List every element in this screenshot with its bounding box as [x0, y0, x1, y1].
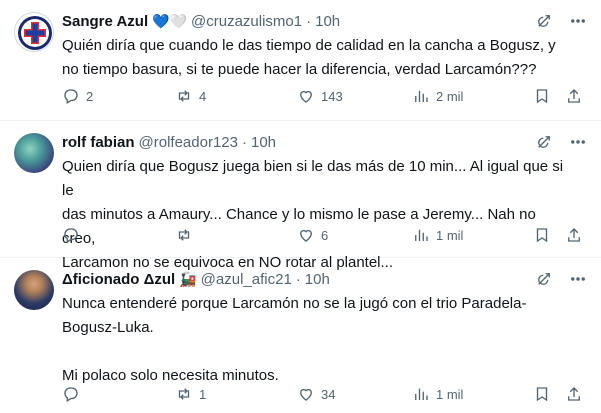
like-button[interactable]: 6 — [297, 226, 328, 244]
repost-icon — [178, 90, 190, 102]
views-button[interactable]: 1 mil — [412, 226, 463, 244]
tweet-actions: 6 1 mil — [62, 225, 583, 245]
more-options-icon[interactable] — [569, 270, 587, 288]
grok-icon[interactable] — [535, 270, 553, 288]
heart-icon — [300, 388, 312, 401]
display-name[interactable]: Δficionado Δzul — [62, 271, 175, 288]
views-icon — [415, 90, 428, 102]
tweet[interactable]: Sangre Azul 💙🤍 @cruzazulismo1 · 10h Quié… — [0, 0, 601, 121]
tweet-top-actions — [535, 270, 587, 288]
tweet-actions: 2 4 143 2 mil — [62, 86, 583, 106]
repost-count: 1 — [199, 386, 207, 402]
avatar[interactable] — [14, 12, 54, 52]
separator-dot: · — [241, 133, 247, 151]
view-count: 1 mil — [436, 386, 464, 402]
repost-icon — [178, 229, 190, 241]
tweet-text: Quien diría que Bogusz juega bien si le … — [62, 158, 564, 271]
repost-button[interactable] — [175, 226, 199, 244]
repost-button[interactable]: 1 — [175, 385, 206, 403]
timestamp[interactable]: 10h — [315, 13, 340, 30]
reply-icon — [64, 89, 78, 104]
like-button[interactable]: 34 — [297, 385, 335, 403]
tweet-text: Nunca entenderé porque Larcamón no se la… — [62, 295, 527, 384]
more-options-icon[interactable] — [569, 12, 587, 30]
grok-icon[interactable] — [535, 12, 553, 30]
heart-icon — [300, 90, 312, 103]
tweet-header: Sangre Azul 💙🤍 @cruzazulismo1 · 10h — [62, 10, 340, 32]
avatar[interactable] — [14, 133, 54, 173]
bookmark-button[interactable] — [533, 226, 551, 244]
handle[interactable]: @cruzazulismo1 — [191, 13, 302, 30]
tweet-top-actions — [535, 12, 587, 30]
tweet-top-actions — [535, 133, 587, 151]
view-count: 1 mil — [436, 227, 464, 243]
tweet-actions: 1 34 1 mil — [62, 384, 583, 404]
handle[interactable]: @azul_afic21 — [201, 271, 292, 288]
avatar[interactable] — [14, 270, 54, 310]
view-count: 2 mil — [436, 88, 464, 104]
more-options-icon[interactable] — [569, 133, 587, 151]
bookmark-icon — [536, 228, 548, 243]
display-name[interactable]: rolf fabian — [62, 134, 135, 151]
like-button[interactable]: 143 — [297, 87, 343, 105]
bookmark-button[interactable] — [533, 87, 551, 105]
reply-button[interactable] — [62, 226, 86, 244]
like-count: 34 — [321, 386, 336, 402]
reply-icon — [64, 228, 78, 243]
share-icon — [568, 387, 580, 401]
separator-dot: · — [306, 12, 312, 30]
share-button[interactable] — [565, 87, 583, 105]
repost-count: 4 — [199, 88, 207, 104]
bookmark-icon — [536, 387, 548, 402]
tweet-text: Quién diría que cuando le das tiempo de … — [62, 37, 556, 78]
views-icon — [415, 229, 428, 241]
separator-dot: · — [295, 270, 301, 288]
like-count: 6 — [321, 227, 329, 243]
views-icon — [415, 388, 428, 400]
tweet[interactable]: rolf fabian @rolfeador123 · 10h Quien di… — [0, 121, 601, 271]
reply-count: 2 — [86, 88, 94, 104]
views-button[interactable]: 1 mil — [412, 385, 463, 403]
reply-button[interactable]: 2 — [62, 87, 93, 105]
reply-icon — [64, 387, 78, 402]
tweet-feed: Sangre Azul 💙🤍 @cruzazulismo1 · 10h Quié… — [0, 0, 601, 413]
handle[interactable]: @rolfeador123 — [139, 134, 238, 151]
timestamp[interactable]: 10h — [305, 271, 330, 288]
grok-icon[interactable] — [535, 133, 553, 151]
reply-button[interactable] — [62, 385, 86, 403]
tweet[interactable]: Δficionado Δzul 🚂 @azul_afic21 · 10h Nun… — [0, 258, 601, 413]
tweet-header: rolf fabian @rolfeador123 · 10h — [62, 131, 276, 153]
heart-icon — [300, 229, 312, 242]
name-emoji: 🚂 — [179, 270, 197, 287]
name-emoji: 💙🤍 — [152, 12, 188, 29]
share-button[interactable] — [565, 226, 583, 244]
share-icon — [568, 228, 580, 242]
views-button[interactable]: 2 mil — [412, 87, 463, 105]
share-button[interactable] — [565, 385, 583, 403]
tweet-header: Δficionado Δzul 🚂 @azul_afic21 · 10h — [62, 268, 330, 290]
timestamp[interactable]: 10h — [251, 134, 276, 151]
repost-icon — [178, 388, 190, 400]
bookmark-icon — [536, 89, 548, 104]
bookmark-button[interactable] — [533, 385, 551, 403]
share-icon — [568, 89, 580, 103]
like-count: 143 — [321, 88, 343, 104]
repost-button[interactable]: 4 — [175, 87, 206, 105]
display-name[interactable]: Sangre Azul — [62, 13, 148, 30]
